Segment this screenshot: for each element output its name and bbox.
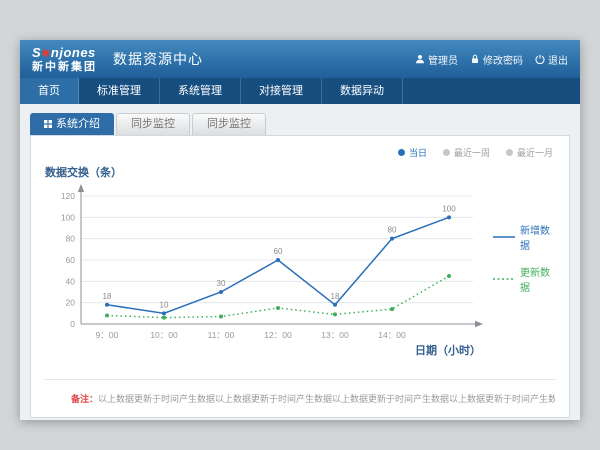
logo-spark-icon: ✱ <box>41 48 51 60</box>
svg-text:100: 100 <box>442 204 456 213</box>
svg-text:11：00: 11：00 <box>208 330 235 340</box>
tab-label: 系统介绍 <box>56 113 100 135</box>
tab-label: 同步监控 <box>207 114 251 135</box>
svg-text:120: 120 <box>61 191 75 201</box>
filter-label: 最近一周 <box>454 146 490 159</box>
change-password-button[interactable]: 修改密码 <box>470 52 523 67</box>
svg-text:9：00: 9：00 <box>96 330 119 340</box>
header: S✱njones 新中新集团 数据资源中心 管理员 修改密码 退出 <box>20 40 580 78</box>
lock-icon <box>470 54 480 64</box>
svg-text:80: 80 <box>66 234 76 244</box>
legend-label: 更新数据 <box>520 264 555 294</box>
dot-icon <box>506 149 513 156</box>
svg-text:60: 60 <box>66 255 76 265</box>
svg-text:13：00: 13：00 <box>321 330 349 340</box>
current-user-label: 管理员 <box>428 52 458 67</box>
svg-text:20: 20 <box>66 298 76 308</box>
logout-label: 退出 <box>548 52 568 67</box>
y-axis-title: 数据交换（条） <box>45 164 555 180</box>
main-nav: 首页 标准管理 系统管理 对接管理 数据异动 <box>20 78 580 104</box>
svg-text:10: 10 <box>160 300 169 309</box>
legend-item-new-data[interactable]: 新增数据 <box>493 222 555 252</box>
filter-label: 当日 <box>409 146 427 159</box>
tab-bar: 系统介绍 同步监控 同步监控 <box>30 113 570 135</box>
svg-text:80: 80 <box>388 226 397 235</box>
dot-icon <box>398 149 405 156</box>
user-icon <box>415 54 425 64</box>
tab-sync-monitor-2[interactable]: 同步监控 <box>192 113 266 135</box>
svg-text:40: 40 <box>66 276 76 286</box>
grid-icon <box>44 120 52 128</box>
svg-text:14：00: 14：00 <box>378 330 406 340</box>
svg-text:100: 100 <box>61 212 75 222</box>
company-logo[interactable]: S✱njones 新中新集团 <box>32 46 97 73</box>
svg-text:日期（小时）: 日期（小时） <box>415 343 481 357</box>
power-icon <box>535 54 545 64</box>
filter-last-month[interactable]: 最近一月 <box>506 146 553 159</box>
filter-today[interactable]: 当日 <box>398 146 427 159</box>
svg-text:0: 0 <box>70 319 75 329</box>
logo-wordmark: S✱njones <box>32 46 97 60</box>
current-user-button[interactable]: 管理员 <box>415 52 458 67</box>
series-legend: 新增数据 更新数据 <box>493 222 555 294</box>
content-area: 系统介绍 同步监控 同步监控 当日 最近一周 <box>20 104 580 420</box>
nav-item-data-change[interactable]: 数据异动 <box>322 78 403 104</box>
range-filter-legend: 当日 最近一周 最近一月 <box>398 146 553 159</box>
line-chart: 0 20 40 60 80 100 120 9：00 10：00 11：00 12：00 13：00 1… <box>45 182 487 358</box>
tab-system-intro[interactable]: 系统介绍 <box>30 113 114 135</box>
logout-button[interactable]: 退出 <box>535 52 568 67</box>
page-title: 数据资源中心 <box>113 49 203 69</box>
chart-panel: 当日 最近一周 最近一月 数据交换（条） 0 20 40 60 80 100 120 9：00… <box>30 135 570 418</box>
nav-item-home[interactable]: 首页 <box>20 78 79 104</box>
svg-text:60: 60 <box>274 247 283 256</box>
legend-item-update-data[interactable]: 更新数据 <box>493 264 555 294</box>
filter-label: 最近一月 <box>517 146 553 159</box>
logo-subtitle: 新中新集团 <box>32 62 97 73</box>
app-window: S✱njones 新中新集团 数据资源中心 管理员 修改密码 退出 首页 标准管… <box>20 40 580 420</box>
footnote: 备注：以上数据更新于时间产生数据以上数据更新于时间产生数据以上数据更新于时间产生… <box>45 379 555 405</box>
footnote-text: 以上数据更新于时间产生数据以上数据更新于时间产生数据以上数据更新于时间产生数据以… <box>98 394 555 404</box>
change-password-label: 修改密码 <box>483 52 523 67</box>
header-actions: 管理员 修改密码 退出 <box>415 52 568 67</box>
legend-label: 新增数据 <box>520 222 555 252</box>
svg-text:12：00: 12：00 <box>264 330 292 340</box>
footnote-label: 备注： <box>71 394 98 404</box>
nav-item-system-mgmt[interactable]: 系统管理 <box>160 78 241 104</box>
svg-text:30: 30 <box>217 279 226 288</box>
svg-text:18: 18 <box>103 292 112 301</box>
dotted-line-icon <box>493 276 515 282</box>
solid-line-icon <box>493 234 515 240</box>
nav-item-standard-mgmt[interactable]: 标准管理 <box>79 78 160 104</box>
tab-label: 同步监控 <box>131 114 175 135</box>
nav-item-integration-mgmt[interactable]: 对接管理 <box>241 78 322 104</box>
tab-sync-monitor-1[interactable]: 同步监控 <box>116 113 190 135</box>
filter-last-week[interactable]: 最近一周 <box>443 146 490 159</box>
dot-icon <box>443 149 450 156</box>
svg-text:10：00: 10：00 <box>150 330 178 340</box>
svg-text:18: 18 <box>331 292 340 301</box>
chart-row: 0 20 40 60 80 100 120 9：00 10：00 11：00 12：00 13：00 1… <box>45 182 555 358</box>
